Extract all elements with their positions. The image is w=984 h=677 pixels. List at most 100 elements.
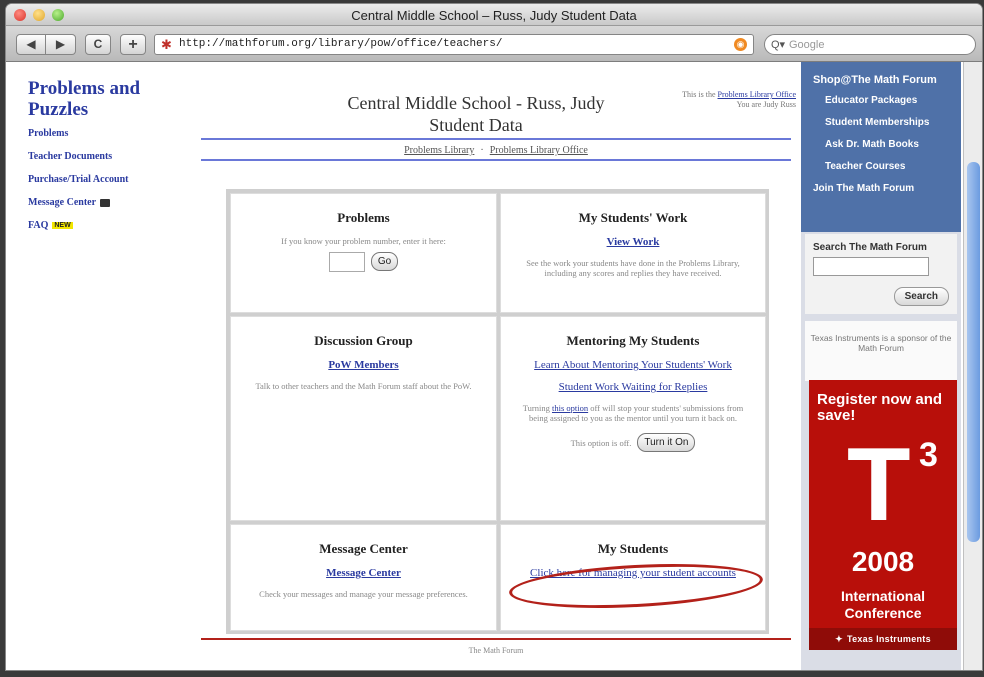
cell-desc: Turning this option off will stop your s… xyxy=(501,403,765,423)
window-title: Central Middle School – Russ, Judy Stude… xyxy=(351,8,637,23)
shop-item[interactable]: Teacher Courses xyxy=(825,161,961,172)
browser-search-field[interactable]: Q▾ Google xyxy=(764,34,976,55)
texas-logo-icon: ✦ xyxy=(835,634,843,644)
ad-footer: ✦ Texas Instruments xyxy=(809,628,957,650)
cell-desc: Check your messages and manage your mess… xyxy=(259,589,468,599)
new-badge: NEW xyxy=(52,222,73,229)
left-sidebar: Problems and Puzzles Problems Teacher Do… xyxy=(6,62,186,670)
shop-item[interactable]: Join The Math Forum xyxy=(813,183,961,194)
cell-desc: See the work your students have done in … xyxy=(526,258,740,278)
this-option-link[interactable]: this option xyxy=(552,403,588,413)
ad-year: 2008 xyxy=(851,546,915,577)
office-grid: Problems If you know your problem number… xyxy=(226,189,769,634)
header-divider xyxy=(201,159,791,161)
forum-search-input[interactable] xyxy=(813,257,929,276)
cell-desc: Talk to other teachers and the Math Foru… xyxy=(255,381,472,391)
cell-title: Problems xyxy=(337,210,390,225)
waiting-replies-link[interactable]: Student Work Waiting for Replies xyxy=(501,381,765,393)
message-center-link[interactable]: Message Center xyxy=(231,567,496,579)
title-bar: Central Middle School – Russ, Judy Stude… xyxy=(6,4,982,26)
header-divider xyxy=(201,138,791,140)
sidebar-item-faq[interactable]: FAQ NEW xyxy=(28,220,186,231)
office-note-prefix: This is the xyxy=(682,90,716,99)
discussion-cell: Discussion Group PoW Members Talk to oth… xyxy=(230,316,497,521)
sidebar-item-label: Purchase/Trial Account xyxy=(28,174,129,185)
sidebar-item-label: FAQ xyxy=(28,220,49,231)
crumb-problems-library[interactable]: Problems Library xyxy=(404,145,474,156)
breadcrumb: Problems Library · Problems Library Office xyxy=(201,145,791,156)
mentoring-cell: Mentoring My Students Learn About Mentor… xyxy=(500,316,766,521)
learn-mentoring-link[interactable]: Learn About Mentoring Your Students' Wor… xyxy=(501,359,765,371)
sidebar-item-purchase-trial[interactable]: Purchase/Trial Account xyxy=(28,174,186,185)
problem-number-input[interactable] xyxy=(328,252,365,272)
pow-members-link[interactable]: PoW Members xyxy=(231,359,496,371)
message-center-cell: Message Center Message Center Check your… xyxy=(230,524,497,631)
search-placeholder: Google xyxy=(789,39,825,51)
mail-icon xyxy=(100,198,111,207)
sidebar-item-message-center[interactable]: Message Center xyxy=(28,197,186,208)
footer-text: The Math Forum xyxy=(468,646,524,655)
plus-icon: + xyxy=(128,36,138,53)
ad-brand: Texas Instruments xyxy=(846,634,931,644)
ad-conference: International Conference xyxy=(840,588,925,621)
browser-window: Central Middle School – Russ, Judy Stude… xyxy=(6,4,982,670)
reload-icon: C xyxy=(93,37,103,51)
forward-button[interactable]: ▶ xyxy=(46,34,76,55)
sidebar-item-problems[interactable]: Problems xyxy=(28,128,186,139)
cell-title: Message Center xyxy=(319,541,408,556)
footer-divider xyxy=(201,638,791,640)
main-column: Central Middle School - Russ, Judy Stude… xyxy=(196,62,800,670)
sidebar-item-label: Problems xyxy=(28,128,69,139)
back-button[interactable]: ◀ xyxy=(16,34,46,55)
students-work-cell: My Students' Work View Work See the work… xyxy=(500,193,766,313)
cell-desc: If you know your problem number, enter i… xyxy=(281,236,446,246)
back-arrow-icon: ◀ xyxy=(26,37,36,51)
shop-item[interactable]: Educator Packages xyxy=(825,95,961,106)
scrollbar-thumb[interactable] xyxy=(967,162,980,542)
cell-title: Discussion Group xyxy=(314,333,413,348)
rss-icon[interactable]: ◉ xyxy=(734,38,747,51)
browser-toolbar: ◀ ▶ C + ✱ http://mathforum.org/library/p… xyxy=(6,26,982,62)
desc-prefix: Turning xyxy=(522,403,550,413)
address-url: http://mathforum.org/library/pow/office/… xyxy=(179,38,503,50)
sidebar-item-label: Message Center xyxy=(28,197,97,208)
ad-superscript: 3 xyxy=(919,436,938,474)
office-note: This is the Problems Library Office You … xyxy=(616,90,796,110)
ad-big-t: T xyxy=(847,427,911,543)
sidebar-item-label: Teacher Documents xyxy=(28,151,113,162)
forum-search-button[interactable]: Search xyxy=(893,287,949,306)
forum-search-box: Search The Math Forum Search xyxy=(805,234,957,314)
search-label: Search The Math Forum xyxy=(813,242,927,253)
cell-title: My Students' Work xyxy=(578,210,688,225)
sidebar-item-teacher-documents[interactable]: Teacher Documents xyxy=(28,151,186,162)
vertical-scrollbar[interactable] xyxy=(963,62,982,670)
shop-title[interactable]: Shop@The Math Forum xyxy=(813,74,961,86)
t3-conference-ad[interactable]: Register now and save! T 3 2008 Internat… xyxy=(809,380,957,650)
user-note: You are Judy Russ xyxy=(736,100,796,109)
my-students-cell: My Students Click here for managing your… xyxy=(500,524,766,631)
reload-button[interactable]: C xyxy=(85,34,111,55)
cell-title: Mentoring My Students xyxy=(566,333,700,348)
add-bookmark-button[interactable]: + xyxy=(120,34,146,55)
right-sidebar: Shop@The Math Forum Educator Packages St… xyxy=(801,62,961,670)
manage-accounts-link[interactable]: Click here for managing your student acc… xyxy=(501,567,765,579)
favicon-icon: ✱ xyxy=(161,37,172,52)
sidebar-title[interactable]: Problems and Puzzles xyxy=(28,78,186,120)
crumb-library-office[interactable]: Problems Library Office xyxy=(490,145,588,156)
shop-item[interactable]: Student Memberships xyxy=(825,117,961,128)
search-icon: Q▾ xyxy=(771,39,786,51)
crumb-separator: · xyxy=(480,145,484,156)
ad-headline: Register now and save! xyxy=(817,391,943,424)
problems-cell: Problems If you know your problem number… xyxy=(230,193,497,313)
view-work-link[interactable]: View Work xyxy=(501,236,765,248)
forward-arrow-icon: ▶ xyxy=(55,37,66,51)
page-title: Central Middle School - Russ, Judy Stude… xyxy=(347,93,605,135)
office-link[interactable]: Problems Library Office xyxy=(718,90,797,99)
go-button[interactable]: Go xyxy=(370,252,399,271)
shop-box: Shop@The Math Forum Educator Packages St… xyxy=(801,62,961,232)
page-content: Problems and Puzzles Problems Teacher Do… xyxy=(6,62,982,670)
turn-on-button[interactable]: Turn it On xyxy=(637,433,696,452)
sponsor-note: Texas Instruments is a sponsor of the Ma… xyxy=(805,321,957,381)
shop-item[interactable]: Ask Dr. Math Books xyxy=(825,139,961,150)
address-bar[interactable]: ✱ http://mathforum.org/library/pow/offic… xyxy=(154,34,754,55)
